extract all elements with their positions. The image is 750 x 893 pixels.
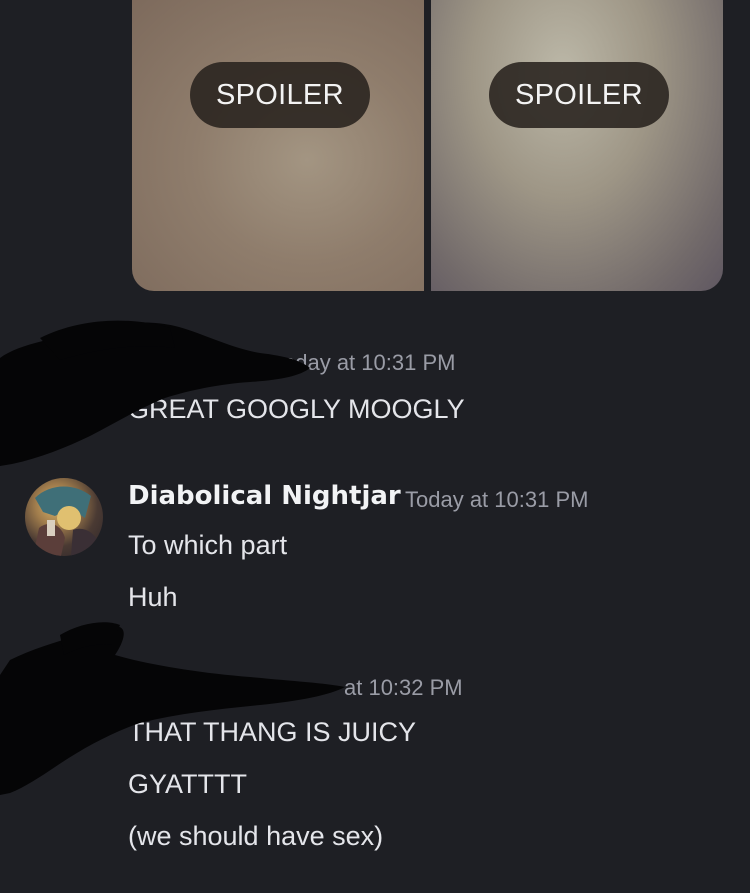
- redaction-scribble: [0, 622, 345, 795]
- username[interactable]: Diabolical Nightjar: [128, 481, 401, 511]
- message-timestamp: Today at 10:31 PM: [405, 487, 589, 512]
- message-timestamp: at 10:32 PM: [344, 675, 463, 700]
- spoiler-image-1[interactable]: SPOILER: [132, 0, 424, 291]
- message-timestamp: oday at 10:31 PM: [283, 350, 456, 375]
- message-text: (we should have sex): [128, 821, 384, 851]
- avatar[interactable]: [25, 478, 103, 556]
- spoiler-badge[interactable]: SPOILER: [190, 62, 370, 128]
- chat-view: SPOILER SPOILER oday at 10:31 PM GREAT G…: [0, 0, 750, 893]
- spoiler-badge[interactable]: SPOILER: [489, 62, 669, 128]
- message-text: Huh: [128, 582, 178, 612]
- spoiler-image-2[interactable]: SPOILER: [431, 0, 723, 291]
- message-text: GYATTTT: [128, 769, 247, 799]
- redaction-scribble: [0, 320, 310, 466]
- message-text: GREAT GOOGLY MOOGLY: [128, 394, 465, 424]
- message-text: THAT THANG IS JUICY: [128, 717, 417, 747]
- message-text: To which part: [128, 530, 288, 560]
